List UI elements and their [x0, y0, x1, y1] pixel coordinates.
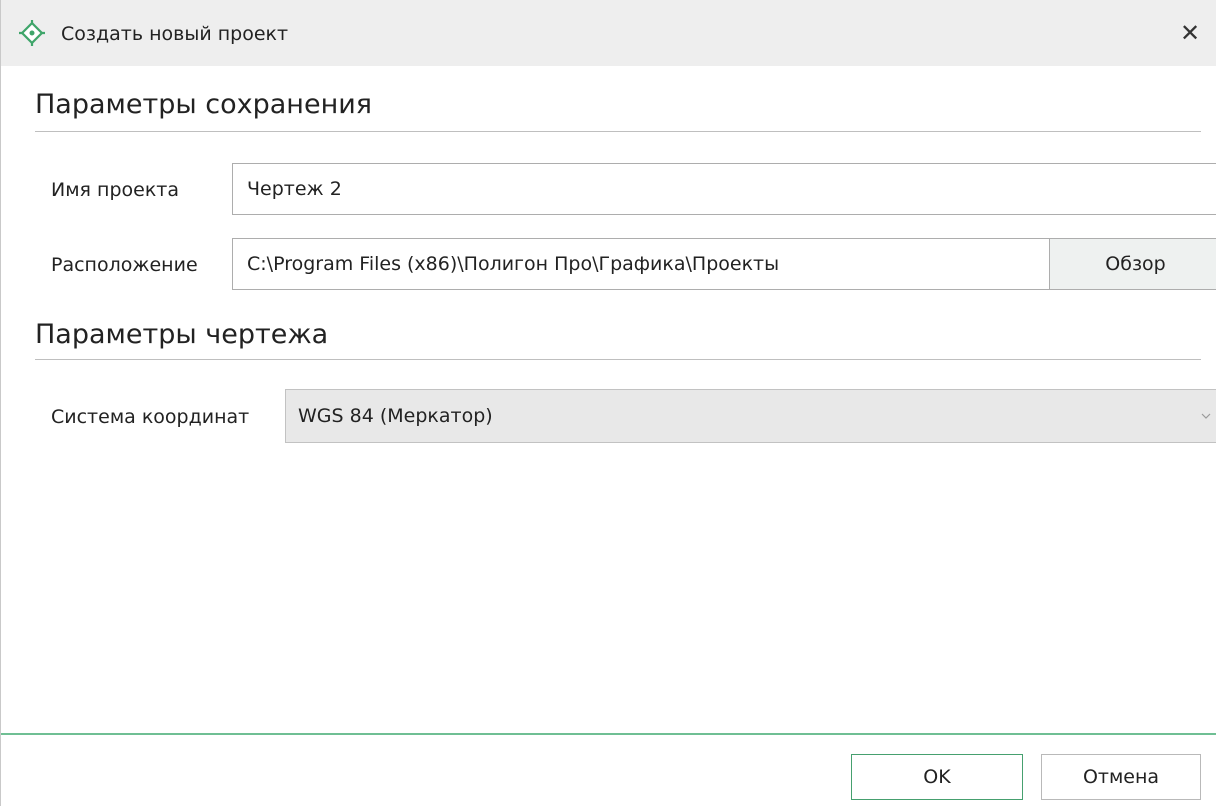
drawing-params-divider — [35, 359, 1201, 360]
browse-button[interactable]: Обзор — [1049, 238, 1216, 290]
crs-label: Система координат — [51, 406, 250, 428]
location-input[interactable]: C:\Program Files (x86)\Полигон Про\Графи… — [232, 238, 1050, 290]
ok-button[interactable]: OK — [851, 754, 1023, 800]
footer-divider — [1, 733, 1216, 735]
new-project-dialog: Создать новый проект ✕ Параметры сохране… — [0, 0, 1216, 806]
close-button[interactable]: ✕ — [1173, 18, 1207, 48]
drawing-params-heading: Параметры чертежа — [35, 319, 329, 350]
close-icon: ✕ — [1179, 19, 1201, 47]
crs-select[interactable]: WGS 84 (Меркатор) — [285, 389, 1216, 443]
dialog-title: Создать новый проект — [61, 23, 289, 45]
title-bar: Создать новый проект ✕ — [1, 0, 1216, 66]
location-label: Расположение — [51, 254, 198, 276]
crs-selected-value: WGS 84 (Меркатор) — [298, 405, 493, 427]
cancel-button[interactable]: Отмена — [1041, 754, 1201, 800]
chevron-down-icon — [1201, 413, 1211, 419]
save-params-divider — [35, 131, 1201, 132]
crosshair-target-icon — [19, 20, 45, 46]
save-params-heading: Параметры сохранения — [35, 89, 373, 120]
project-name-input[interactable]: Чертеж 2 — [232, 163, 1216, 215]
project-name-label: Имя проекта — [51, 179, 179, 201]
